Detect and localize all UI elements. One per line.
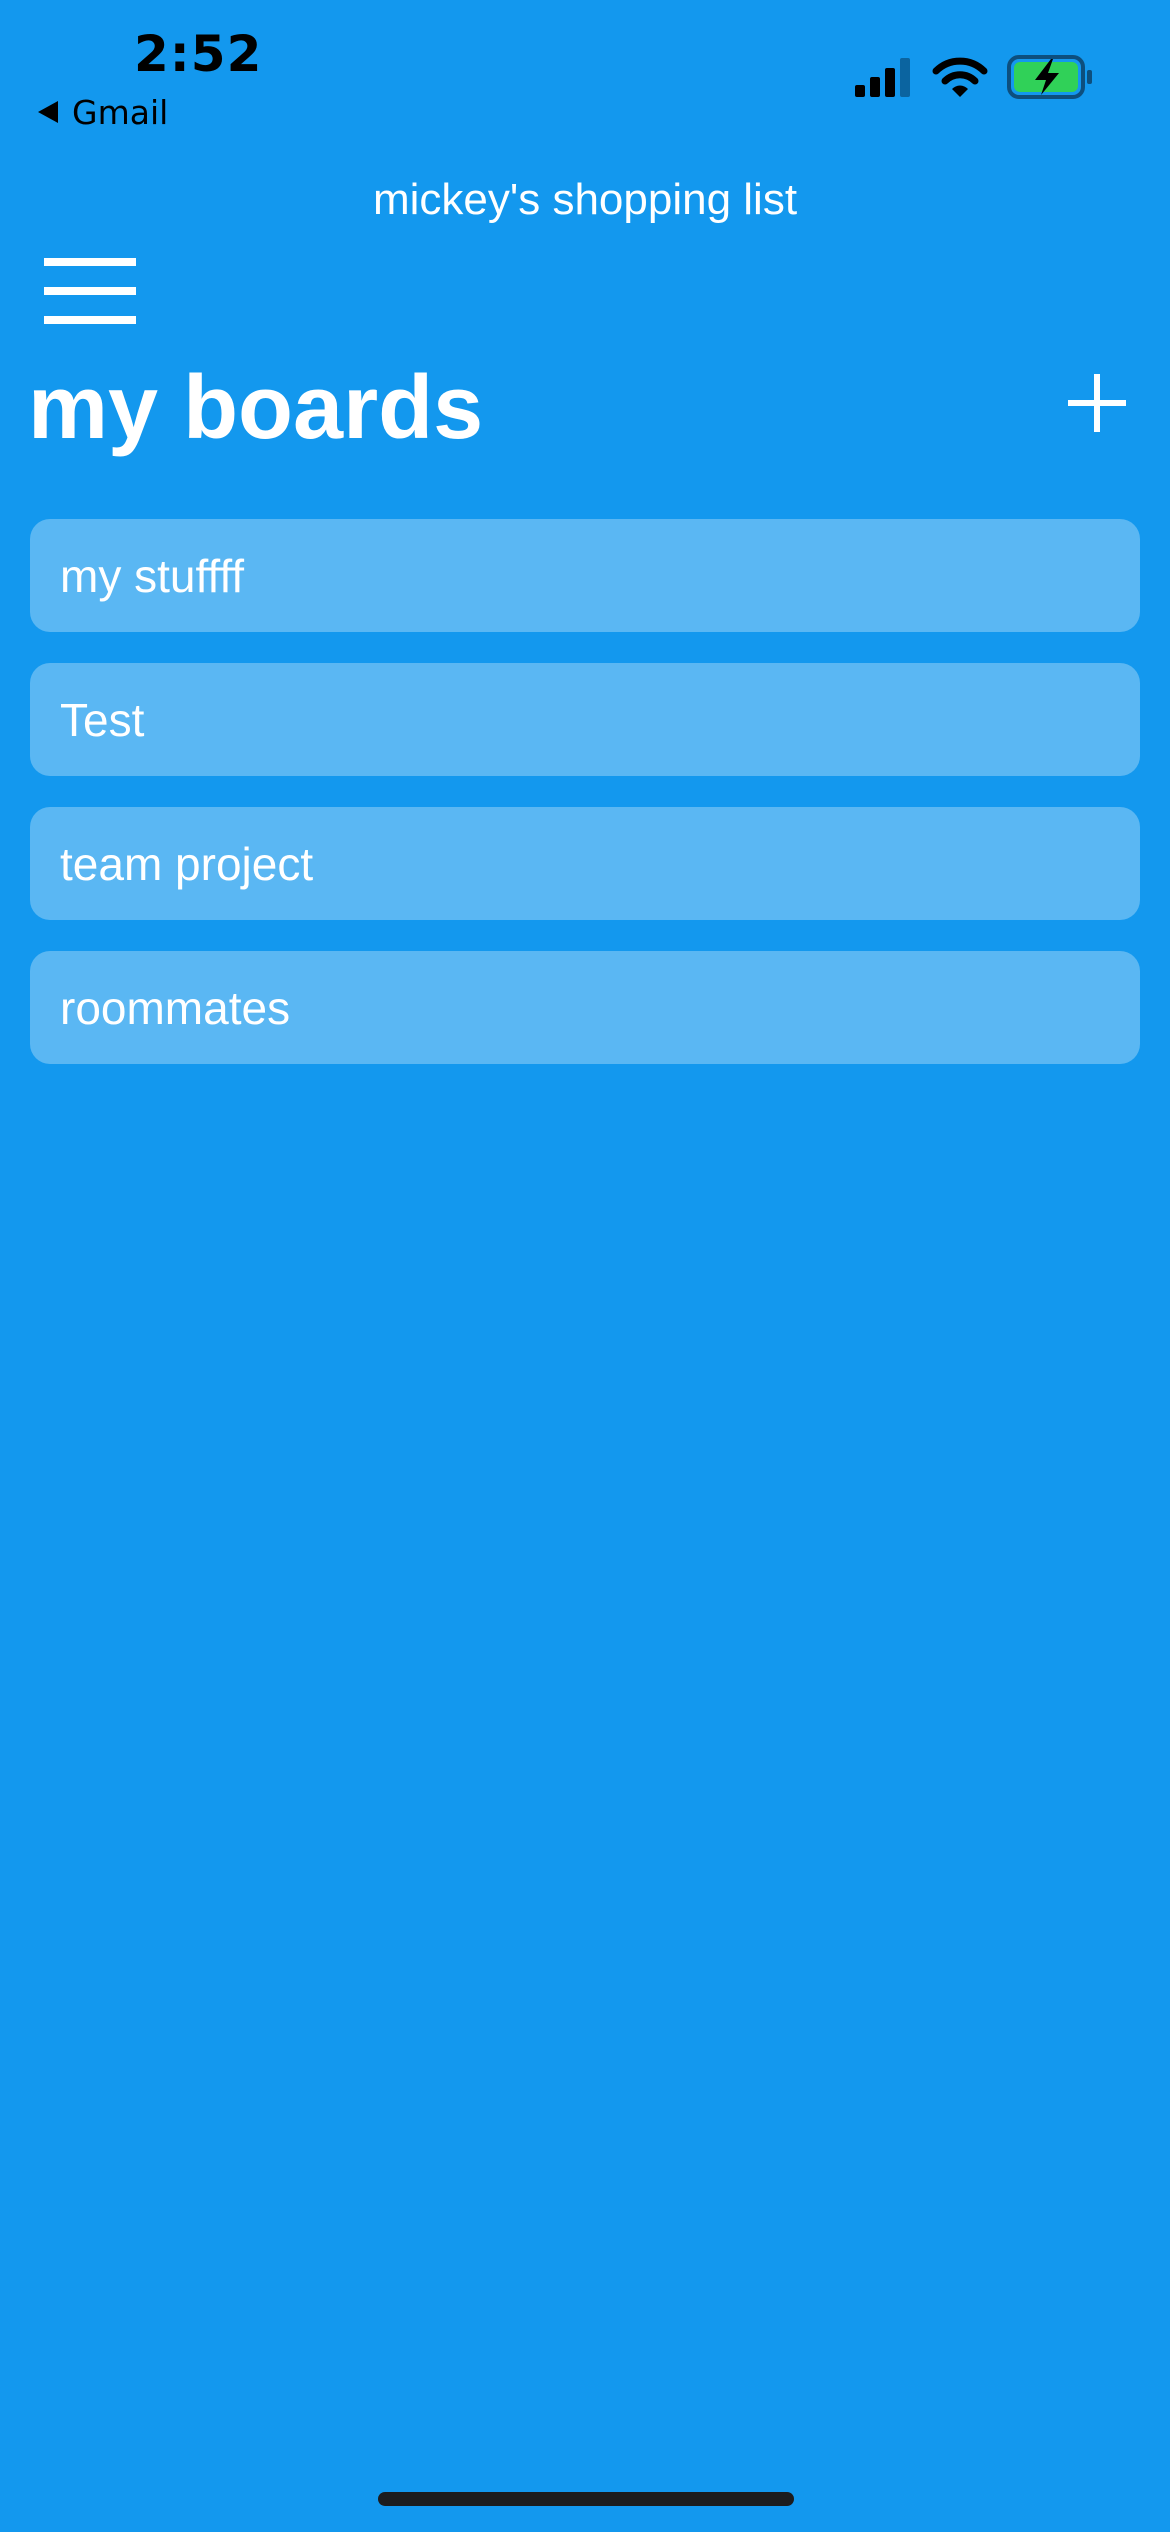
add-board-button[interactable] <box>1068 374 1126 432</box>
battery-charging-icon <box>1007 55 1092 99</box>
board-item[interactable]: team project <box>30 807 1140 920</box>
board-label: roommates <box>60 981 291 1034</box>
board-label: my stuffff <box>60 549 245 602</box>
home-indicator[interactable] <box>378 2492 794 2506</box>
wifi-icon <box>932 57 988 97</box>
page-title: my boards <box>28 358 484 458</box>
app-title: mickey's shopping list <box>372 175 798 224</box>
app-screen: 2:52 Gmail mickey's shopping list my boa… <box>0 0 1170 2532</box>
back-to-gmail-link[interactable]: Gmail <box>38 88 168 136</box>
board-label: team project <box>60 837 314 890</box>
cellular-signal-icon <box>855 58 910 97</box>
back-arrow-icon <box>38 101 58 123</box>
board-item[interactable]: my stuffff <box>30 519 1140 632</box>
board-label: Test <box>60 693 145 746</box>
board-item[interactable]: Test <box>30 663 1140 776</box>
board-item[interactable]: roommates <box>30 951 1140 1064</box>
hamburger-menu-icon[interactable] <box>44 258 136 324</box>
status-time: 2:52 <box>134 25 263 83</box>
board-list: my stuffff Test team project roommates <box>30 519 1140 1095</box>
back-app-label: Gmail <box>72 92 169 132</box>
